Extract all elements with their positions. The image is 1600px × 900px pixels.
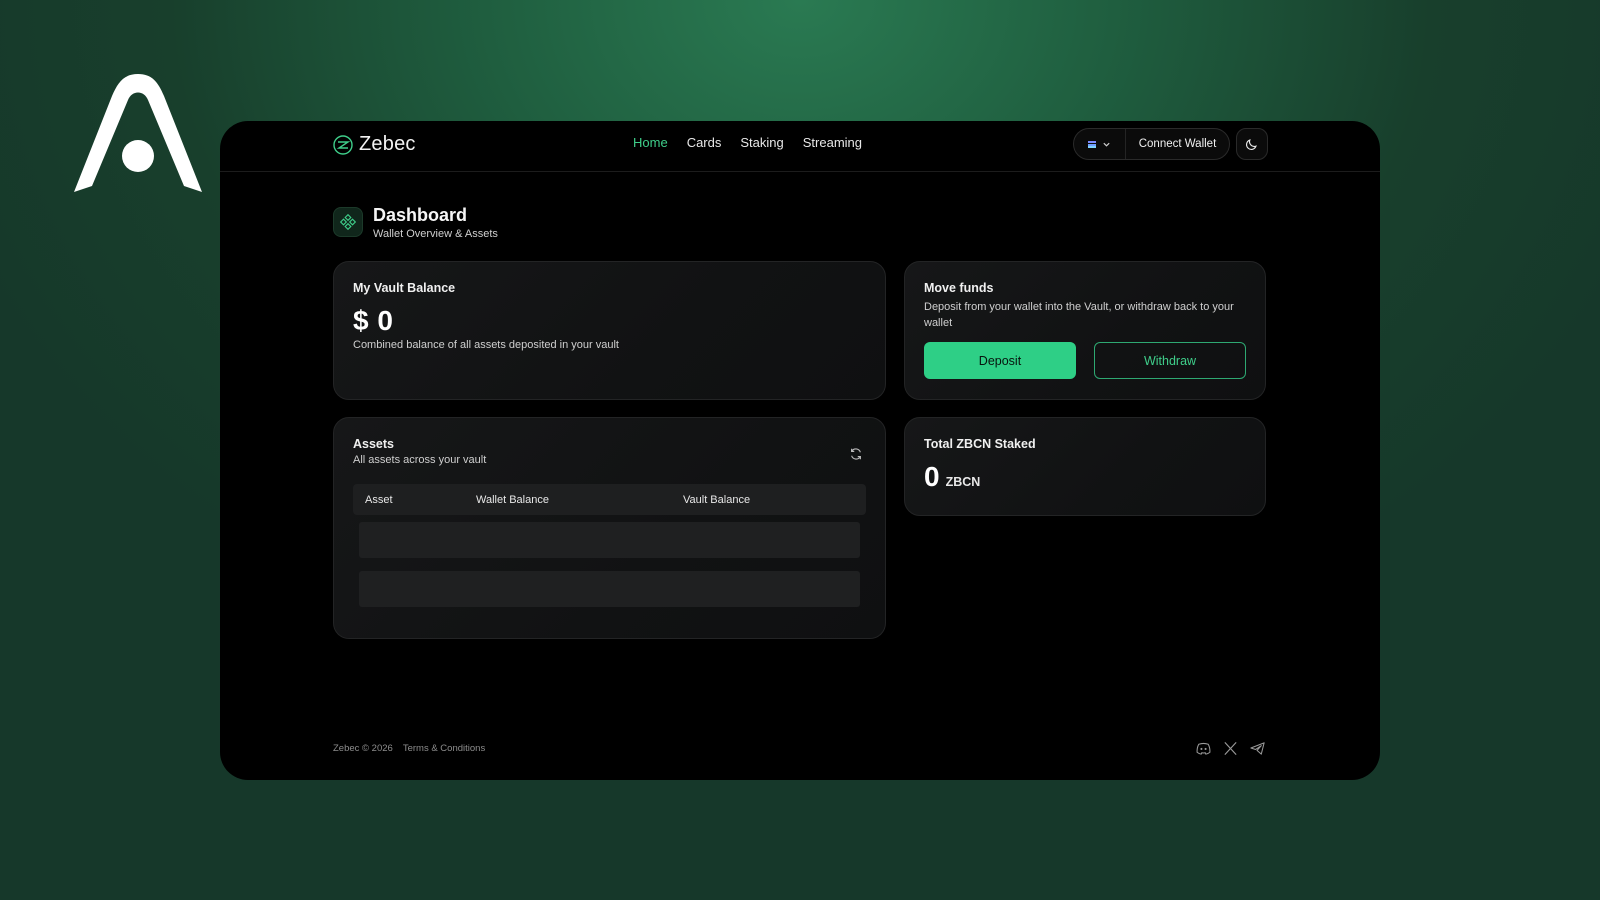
total-staked-title: Total ZBCN Staked — [924, 437, 1036, 451]
assets-title: Assets — [353, 437, 394, 451]
total-staked-value: 0 — [924, 461, 940, 492]
copyright-text: Zebec © 2026 — [333, 743, 393, 754]
app-logo[interactable]: Zebec — [333, 133, 416, 156]
top-navbar: Zebec Home Cards Staking Streaming Conne… — [220, 121, 1380, 172]
assets-subtitle: All assets across your vault — [353, 454, 487, 466]
move-funds-card: Move funds Deposit from your wallet into… — [904, 261, 1266, 400]
refresh-icon[interactable] — [849, 447, 863, 461]
move-funds-title: Move funds — [924, 281, 994, 295]
assets-table-header: Asset Wallet Balance Vault Balance — [353, 484, 866, 515]
dashboard-icon — [340, 214, 356, 230]
telegram-icon[interactable] — [1249, 740, 1266, 757]
app-window: Zebec Home Cards Staking Streaming Conne… — [220, 121, 1380, 780]
total-staked-unit: ZBCN — [945, 475, 981, 489]
vault-balance-amount: $ 0 — [353, 305, 394, 336]
footer: Zebec © 2026 Terms & Conditions — [333, 740, 1266, 757]
dashboard-badge — [333, 207, 363, 237]
column-vault-balance: Vault Balance — [683, 493, 751, 506]
nav-streaming[interactable]: Streaming — [803, 135, 862, 150]
page-title: Dashboard — [373, 205, 468, 225]
connect-wallet-button[interactable]: Connect Wallet — [1126, 138, 1229, 150]
network-icon — [1088, 140, 1096, 148]
withdraw-button[interactable]: Withdraw — [1094, 342, 1246, 379]
theme-toggle-button[interactable] — [1236, 128, 1268, 160]
column-wallet-balance: Wallet Balance — [476, 493, 549, 506]
assets-card: Assets All assets across your vault Asse… — [333, 417, 886, 639]
x-icon[interactable] — [1222, 740, 1239, 757]
brand-logo-icon — [74, 74, 202, 192]
loading-row — [359, 571, 860, 607]
loading-row — [359, 522, 860, 558]
page-subtitle: Wallet Overview & Assets — [373, 228, 498, 240]
wallet-controls: Connect Wallet — [1073, 128, 1230, 160]
zebec-logo-icon — [333, 134, 353, 155]
moon-icon — [1246, 139, 1257, 150]
chevron-down-icon — [1103, 142, 1110, 147]
vault-balance-title: My Vault Balance — [353, 281, 456, 295]
move-funds-description: Deposit from your wallet into the Vault,… — [924, 301, 1234, 329]
nav-staking[interactable]: Staking — [740, 135, 783, 150]
main-nav: Home Cards Staking Streaming — [633, 135, 862, 150]
total-staked-card: Total ZBCN Staked 0 ZBCN — [904, 417, 1266, 516]
vault-balance-description: Combined balance of all assets deposited… — [353, 339, 619, 351]
column-asset: Asset — [365, 493, 393, 506]
deposit-button[interactable]: Deposit — [924, 342, 1076, 379]
discord-icon[interactable] — [1195, 740, 1212, 757]
vault-balance-card: My Vault Balance $ 0 Combined balance of… — [333, 261, 886, 400]
terms-link[interactable]: Terms & Conditions — [403, 743, 485, 754]
network-selector[interactable] — [1074, 129, 1126, 159]
app-name: Zebec — [359, 133, 416, 155]
nav-home[interactable]: Home — [633, 135, 668, 150]
page-header: Dashboard Wallet Overview & Assets — [333, 204, 498, 240]
nav-cards[interactable]: Cards — [687, 135, 722, 150]
